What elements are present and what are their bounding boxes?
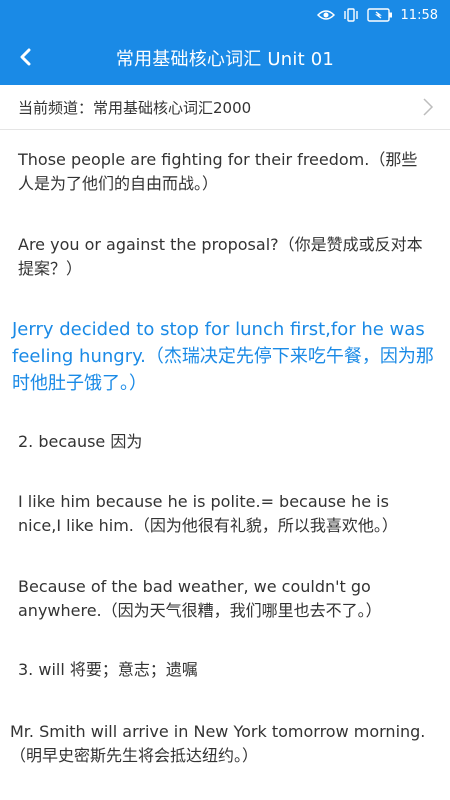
list-item: Those people are fighting for their free…: [18, 150, 418, 193]
app-bar: 常用基础核心词汇 Unit 01: [0, 30, 450, 85]
list-item: Are you or against the proposal?（你是赞成或反对…: [18, 235, 423, 278]
list-item: I like him because he is polite.= becaus…: [18, 492, 398, 535]
vibrate-icon: [343, 8, 359, 22]
status-time: 11:58: [400, 7, 438, 23]
back-button[interactable]: [10, 42, 40, 72]
page-title: 常用基础核心词汇 Unit 01: [115, 48, 335, 70]
list-item-highlighted: Jerry decided to stop for lunch first,fo…: [12, 319, 434, 394]
list-item: 3. will 将要；意志；遗嘱: [18, 660, 198, 679]
chevron-left-icon: [20, 48, 31, 66]
channel-row[interactable]: 当前频道：常用基础核心词汇2000: [0, 85, 450, 130]
battery-icon: [366, 8, 393, 22]
list-item: Because of the bad weather, we couldn't …: [18, 577, 382, 620]
status-bar: 11:58: [0, 0, 450, 30]
chevron-right-icon: [422, 97, 434, 121]
channel-label: 当前频道：常用基础核心词汇2000: [18, 98, 252, 117]
list-item: 2. because 因为: [18, 432, 143, 451]
list-item: Mr. Smith will arrive in New York tomorr…: [10, 722, 426, 765]
eye-icon: [316, 9, 335, 21]
